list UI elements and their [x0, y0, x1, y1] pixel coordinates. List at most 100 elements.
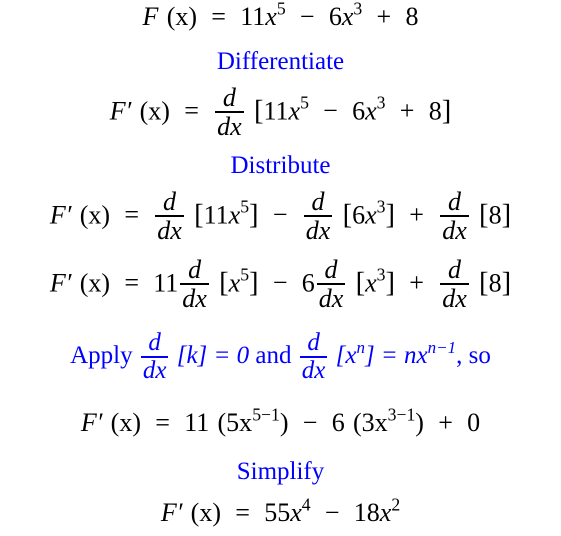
- exponent: 2: [391, 494, 401, 515]
- term: (3x: [352, 408, 388, 437]
- variable: x: [341, 2, 354, 31]
- note-text: , so: [456, 341, 491, 369]
- close-bracket: ]: [501, 267, 512, 299]
- equals-sign: =: [184, 96, 199, 126]
- close-paren: ): [415, 408, 424, 437]
- derivative-operator: d dx: [140, 329, 169, 385]
- plus-sign: +: [399, 96, 415, 126]
- denominator: dx: [140, 356, 169, 385]
- note-text: Apply: [70, 341, 133, 369]
- exponent: 3: [353, 0, 363, 19]
- close-bracket: ]: [249, 267, 259, 299]
- denominator: dx: [299, 356, 328, 385]
- denominator: dx: [215, 111, 244, 142]
- equation-distribute: F′ (x) = d dx [11x5] − d dx [6x3] + d dx [8…: [0, 188, 561, 245]
- plus-sign: +: [409, 200, 424, 230]
- variable: x: [379, 498, 392, 527]
- derivative-operator: d dx: [155, 188, 184, 245]
- argument: (x): [79, 200, 111, 230]
- open-bracket: [: [219, 267, 229, 299]
- variable: x: [365, 96, 377, 126]
- variable: x: [265, 2, 277, 31]
- exponent: 5−1: [252, 404, 280, 425]
- exponent: 5: [240, 264, 250, 285]
- open-bracket: [: [342, 199, 353, 231]
- denominator: dx: [316, 283, 346, 314]
- exponent: 5: [276, 0, 286, 19]
- numerator: d: [163, 187, 177, 216]
- coefficient: 6: [352, 96, 366, 126]
- power-rule: [xn] = nxn−1: [335, 339, 457, 369]
- minus-sign: −: [272, 200, 288, 230]
- minus-sign: −: [272, 268, 288, 298]
- numerator: d: [311, 187, 325, 216]
- equals-sign: =: [235, 498, 250, 527]
- open-bracket: [: [479, 199, 489, 231]
- derivative-operator: d dx: [215, 84, 244, 141]
- coefficient: 6: [301, 268, 315, 298]
- variable: x: [288, 96, 301, 126]
- term: (5x: [217, 408, 253, 437]
- equation-applied: F′ (x) = 11 (5x5−1) − 6 (3x3−1) + 0: [0, 406, 561, 438]
- exponent: 5: [240, 196, 250, 217]
- derivative-operator: d dx: [299, 329, 328, 385]
- denominator: dx: [440, 283, 469, 314]
- minus-sign: −: [324, 498, 340, 527]
- function-name: F′: [109, 96, 132, 126]
- exponent: 3: [376, 196, 386, 217]
- denominator: dx: [440, 215, 469, 246]
- derivative-operator: d dx: [316, 256, 346, 314]
- argument: (x): [79, 268, 111, 298]
- equation-given: F (x) = 11x5 − 6x3 + 8: [0, 0, 561, 32]
- coefficient: 6: [352, 200, 366, 230]
- note-simplify: Simplify: [236, 458, 325, 485]
- constant: 8: [428, 96, 442, 126]
- denominator: dx: [303, 215, 333, 246]
- function-name: F′: [80, 408, 103, 437]
- variable: x: [365, 200, 377, 230]
- open-bracket: [: [355, 267, 366, 299]
- note-differentiate: Differentiate: [216, 48, 345, 75]
- exponent: 5: [300, 92, 309, 113]
- equation-differentiate: F′ (x) = d dx [11x5 − 6x3 + 8]: [0, 84, 561, 141]
- close-bracket: ]: [441, 95, 452, 127]
- note-apply-rules: Apply d dx [k] = 0 and d dx [xn] = nxn−1, …: [0, 329, 561, 385]
- argument: (x): [139, 96, 170, 126]
- exponent: 3−1: [387, 404, 416, 425]
- equals-sign: =: [124, 200, 139, 230]
- constant: 8: [488, 200, 502, 230]
- derivative-operator: d dx: [303, 187, 333, 246]
- minus-sign: −: [302, 408, 318, 437]
- equation-factor-constants: F′ (x) = 11 d dx [x5] − 6 d dx [x3] + d dx [8…: [0, 256, 561, 313]
- equals-sign: =: [124, 268, 139, 298]
- close-bracket: ]: [385, 267, 396, 299]
- equals-sign: =: [155, 408, 170, 437]
- variable: x: [290, 498, 302, 527]
- plus-sign: +: [376, 2, 392, 31]
- constant-rule: [k] = 0: [176, 341, 250, 369]
- coefficient: 18: [353, 498, 380, 527]
- close-paren: ): [279, 408, 289, 437]
- open-bracket: [: [479, 267, 489, 299]
- minus-sign: −: [299, 2, 315, 31]
- variable: x: [365, 268, 377, 298]
- argument: (x): [190, 498, 221, 527]
- coefficient: 55: [264, 498, 291, 527]
- close-bracket: ]: [249, 199, 259, 231]
- coefficient: 6: [331, 408, 345, 437]
- coefficient: 11: [263, 96, 289, 126]
- coefficient: 11: [240, 2, 266, 31]
- function-name: F: [142, 2, 159, 31]
- denominator: dx: [155, 215, 184, 246]
- close-bracket: ]: [385, 199, 396, 231]
- rule-text: [x: [335, 341, 357, 369]
- close-bracket: ]: [501, 199, 512, 231]
- constant: 0: [467, 408, 481, 437]
- numerator: d: [188, 255, 202, 284]
- rule-text: ] = nx: [364, 341, 428, 369]
- equals-sign: =: [211, 2, 226, 31]
- coefficient: 11: [153, 268, 179, 298]
- function-name: F′: [160, 498, 183, 527]
- numerator: d: [448, 187, 461, 216]
- numerator: d: [148, 329, 161, 356]
